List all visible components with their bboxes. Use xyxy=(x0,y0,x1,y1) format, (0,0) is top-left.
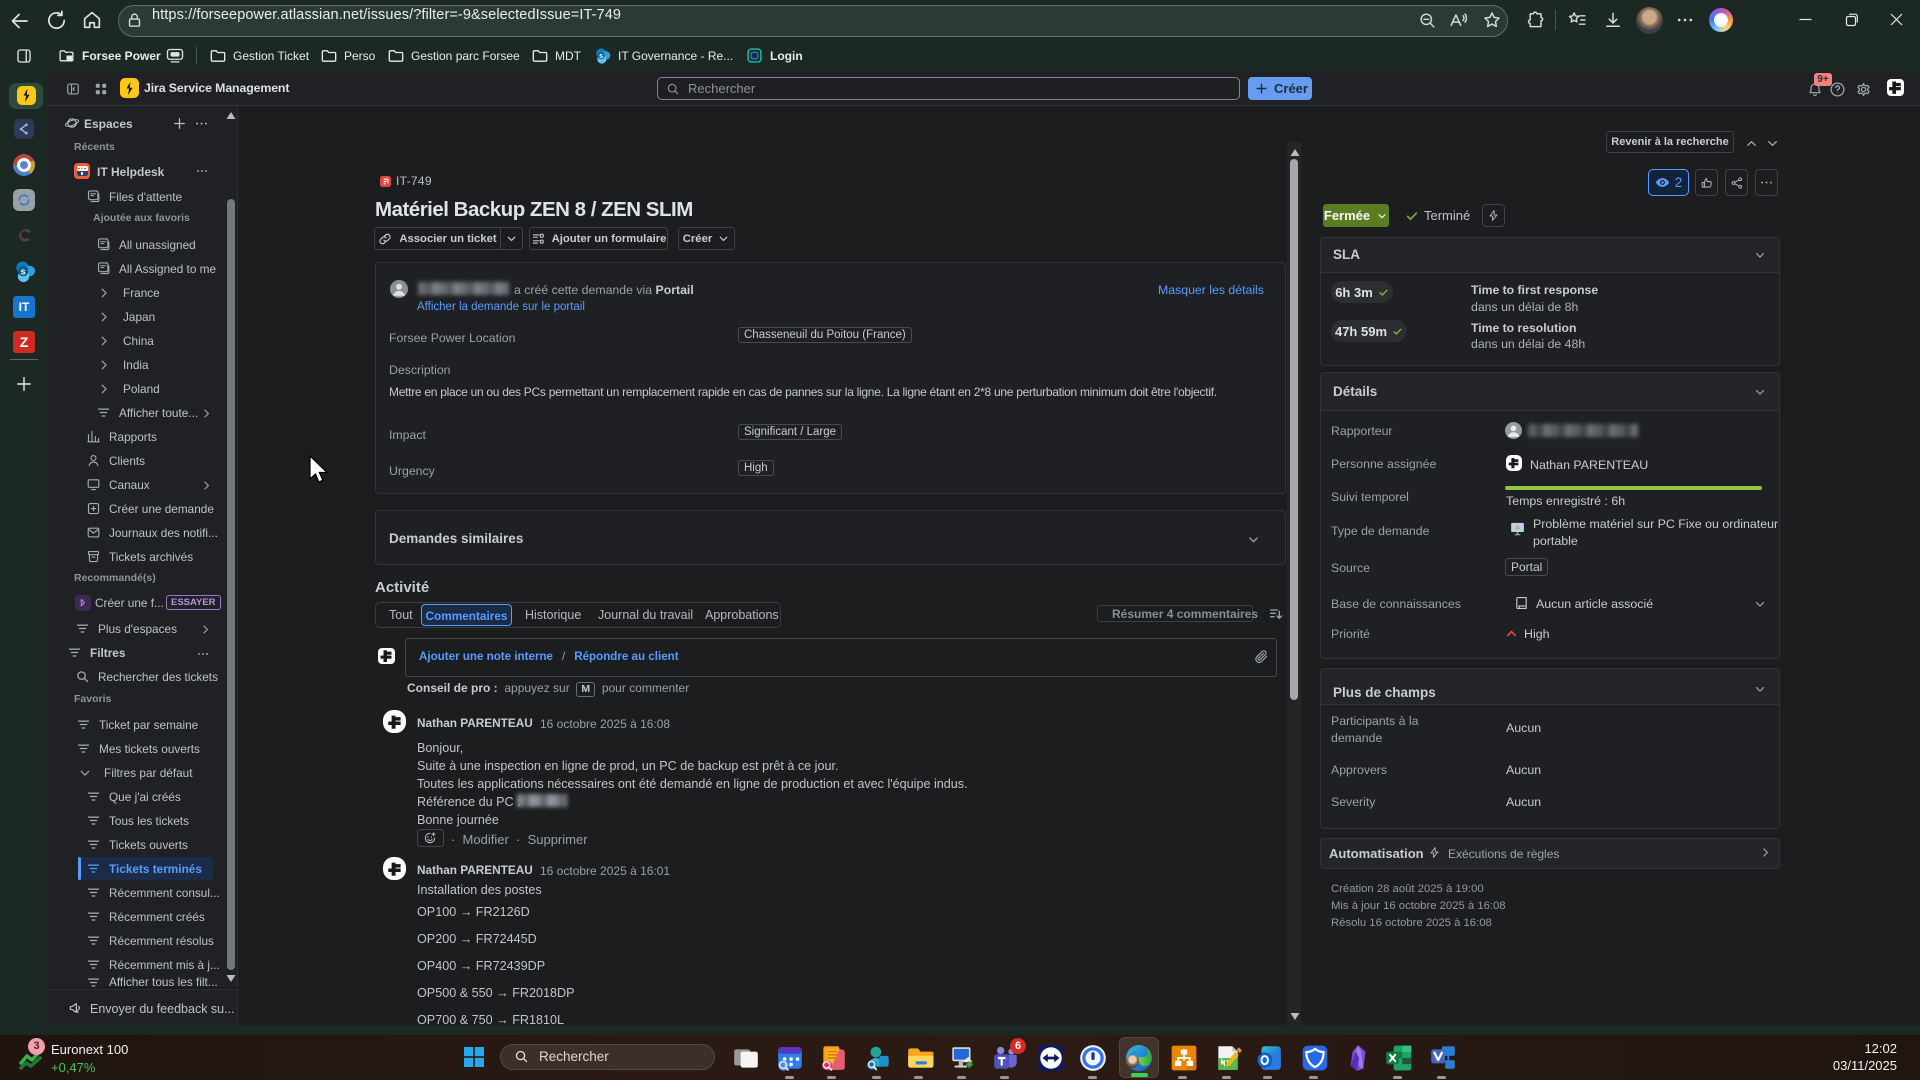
svg-text:s: s xyxy=(599,52,603,60)
svg-text:s: s xyxy=(21,266,26,276)
